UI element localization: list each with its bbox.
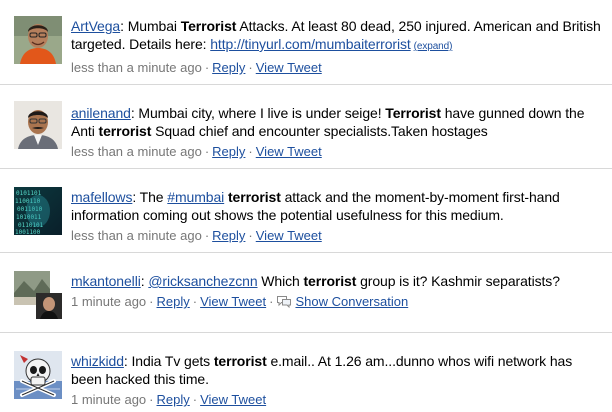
tweet-url-link[interactable]: http://tinyurl.com/mumbaiterrorist [210,36,411,52]
tweet-item: anilenand: Mumbai city, where I live is … [0,85,612,169]
highlight-keyword: Terrorist [180,18,237,34]
tweet-meta: less than a minute ago · Reply · View Tweet [71,144,606,160]
separator: · [204,144,210,159]
tweet-item: whizkidd: India Tv gets terrorist e.mail… [0,333,612,412]
view-tweet-link[interactable]: View Tweet [256,60,322,75]
view-tweet-link[interactable]: View Tweet [256,144,322,159]
separator: · [204,228,210,243]
separator: · [269,294,274,309]
separator: · [192,392,198,407]
svg-text:1001100: 1001100 [15,229,41,235]
separator: · [248,228,253,243]
separator: · [149,294,154,309]
mention-link[interactable]: @ricksanchezcnn [148,273,257,289]
highlight-keyword: terrorist [227,189,281,205]
hashtag-link[interactable]: #mumbai [167,189,224,205]
separator: · [149,392,154,407]
reply-link[interactable]: Reply [212,228,245,243]
highlight-keyword: terrorist [98,123,152,139]
highlight-keyword: terrorist [303,273,357,289]
reply-link[interactable]: Reply [157,294,190,309]
highlight-keyword: terrorist [213,353,267,369]
reply-link[interactable]: Reply [212,60,245,75]
timestamp: less than a minute ago [71,228,202,243]
tweet-item: mkantonelli: @ricksanchezcnn Which terro… [0,253,612,333]
binary-matrix-avatar[interactable]: 0101101 1100110 0011010 1010011 0110101 … [14,187,62,235]
tweet-meta: 1 minute ago · Reply · View Tweet [71,392,606,408]
timestamp: 1 minute ago [71,392,147,407]
man-with-mustache-avatar[interactable] [14,101,62,149]
tweet-item: 0101101 1100110 0011010 1010011 0110101 … [0,169,612,253]
speech-bubble-icon[interactable] [276,295,292,312]
tweet-text: whizkidd: India Tv gets terrorist e.mail… [71,353,573,387]
separator: · [192,294,198,309]
timestamp: 1 minute ago [71,294,147,309]
separator: · [248,144,253,159]
timestamp: less than a minute ago [71,144,202,159]
view-tweet-link[interactable]: View Tweet [256,228,322,243]
view-tweet-link[interactable]: View Tweet [200,294,266,309]
highlight-keyword: Terrorist [385,105,441,121]
person-orange-shirt-avatar[interactable] [14,16,62,64]
username-link[interactable]: mkantonelli [71,273,141,289]
tweet-text: ArtVega: Mumbai Terrorist Attacks. At le… [71,18,601,52]
username-link[interactable]: ArtVega [71,18,120,34]
tweet-meta: less than a minute ago · Reply · View Tweet [71,60,606,76]
username-link[interactable]: anilenand [71,105,131,121]
tweet-feed: ArtVega: Mumbai Terrorist Attacks. At le… [0,0,612,412]
separator: · [248,60,253,75]
reply-link[interactable]: Reply [212,144,245,159]
tweet-item: ArtVega: Mumbai Terrorist Attacks. At le… [0,0,612,85]
username-link[interactable]: whizkidd [71,353,124,369]
tweet-text: mkantonelli: @ricksanchezcnn Which terro… [71,273,560,289]
landscape-avatar[interactable] [14,271,62,319]
tweet-meta: less than a minute ago · Reply · View Tweet [71,228,606,244]
expand-link[interactable]: (expand) [414,41,453,52]
reply-link[interactable]: Reply [157,392,190,407]
username-link[interactable]: mafellows [71,189,132,205]
skull-crossbones-avatar[interactable] [14,351,62,399]
timestamp: less than a minute ago [71,60,202,75]
show-conversation-link[interactable]: Show Conversation [295,294,408,309]
view-tweet-link[interactable]: View Tweet [200,392,266,407]
tweet-meta: 1 minute ago · Reply · View Tweet · Show Conve… [71,294,606,312]
tweet-text: anilenand: Mumbai city, where I live is … [71,105,585,139]
tweet-text: mafellows: The #mumbai terrorist attack … [71,189,560,223]
separator: · [204,60,210,75]
